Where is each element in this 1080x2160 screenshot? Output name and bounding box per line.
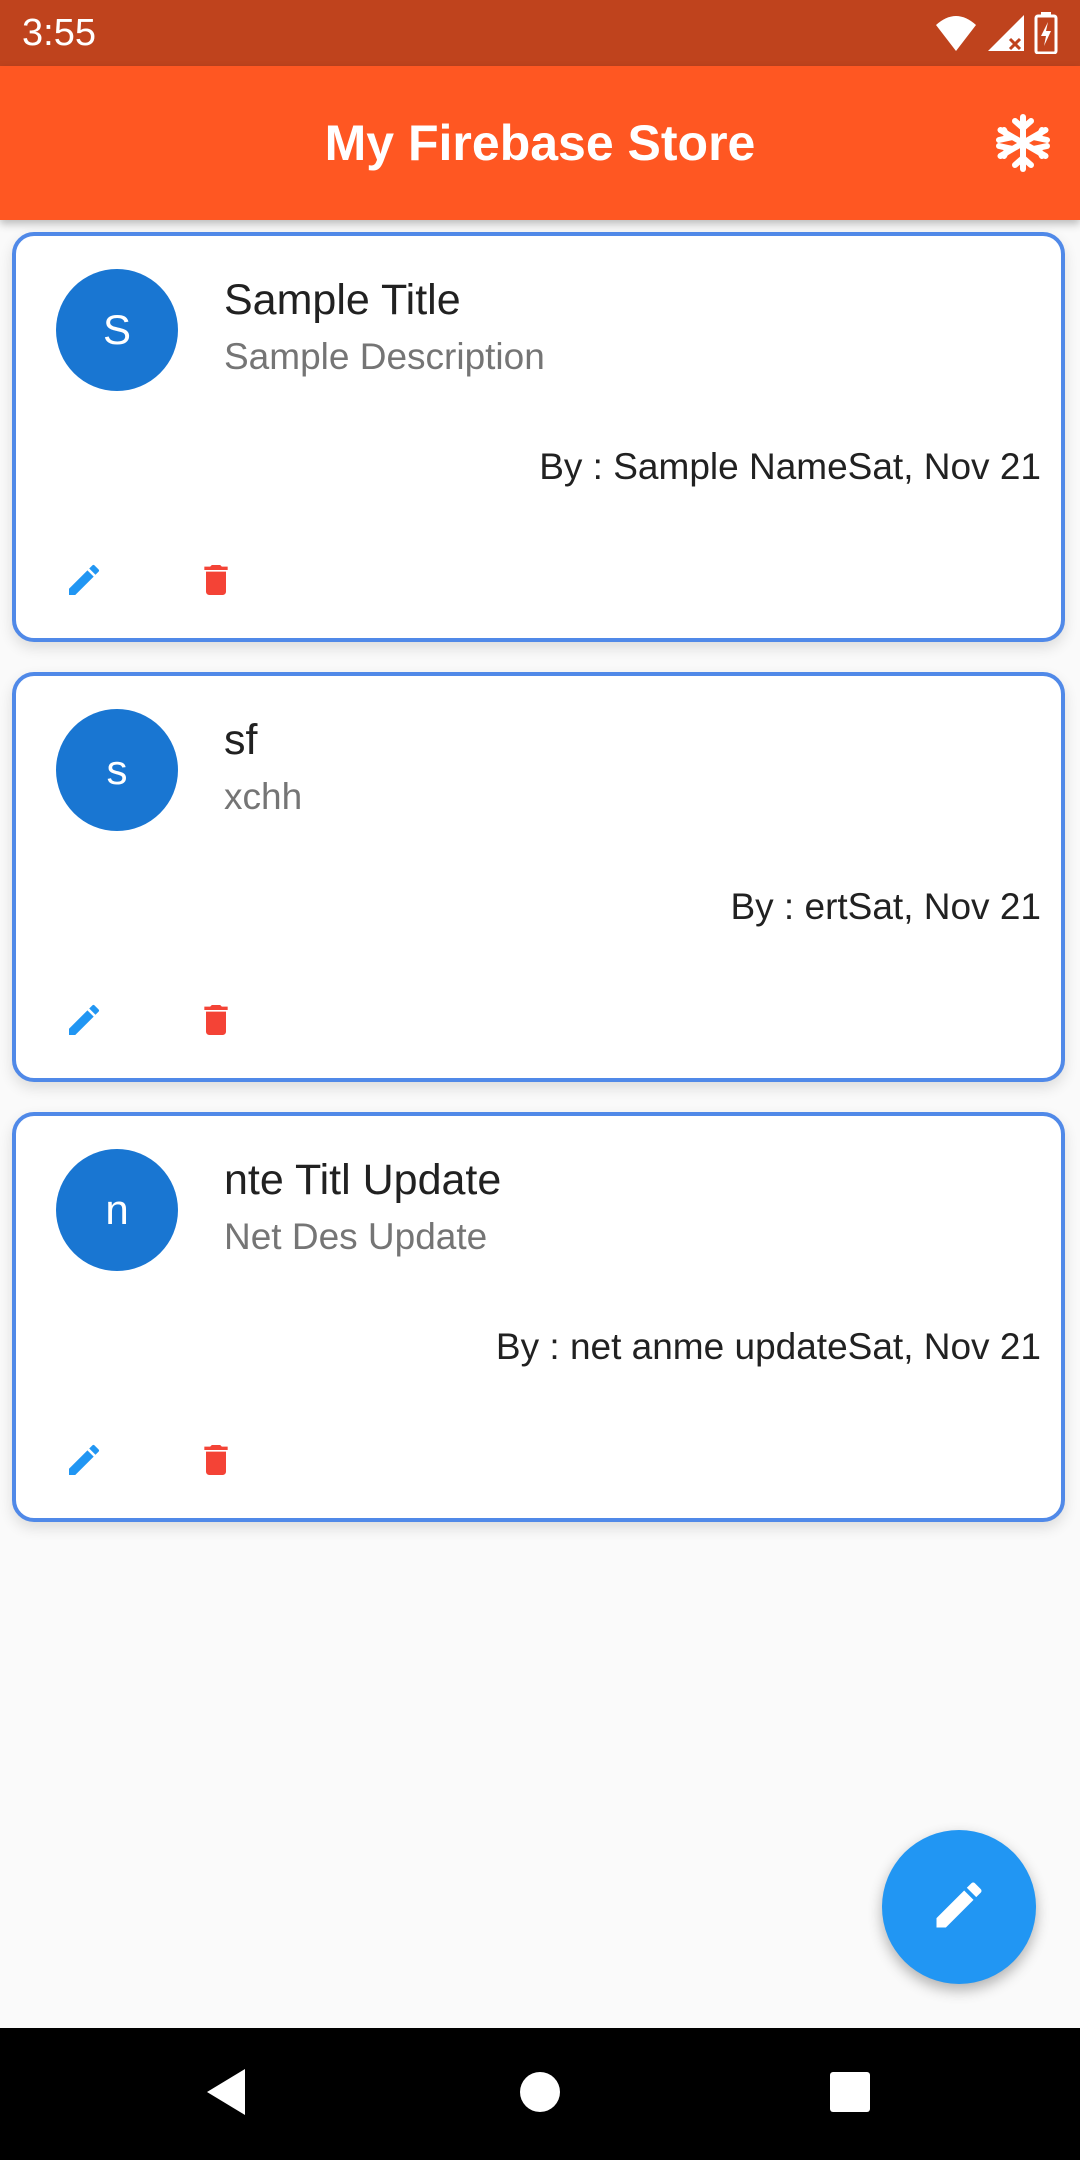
trash-icon [196,1440,236,1485]
pencil-icon [64,1000,104,1045]
app-bar: My Firebase Store [0,66,1080,220]
add-note-fab[interactable] [882,1830,1036,1984]
pencil-icon [64,1440,104,1485]
note-description: Net Des Update [224,1216,488,1257]
delete-button[interactable] [188,994,244,1050]
battery-charging-icon [1034,12,1058,59]
pencil-icon [64,560,104,605]
note-title: Sample Title [224,276,461,324]
snowflake-button[interactable] [988,110,1058,180]
status-bar: 3:55 [0,0,1080,66]
note-title: nte Titl Update [224,1156,502,1204]
delete-button[interactable] [188,554,244,610]
note-author-date: By : net anme updateSat, Nov 21 [495,1326,1041,1367]
pencil-icon [929,1875,989,1940]
home-button[interactable] [500,2054,580,2134]
trash-icon [196,1000,236,1045]
snowflake-icon [993,113,1053,178]
note-author-date: By : Sample NameSat, Nov 21 [539,446,1041,487]
cellular-signal-icon [986,13,1026,58]
app-title: My Firebase Store [324,115,756,171]
edit-button[interactable] [56,554,112,610]
edit-button[interactable] [56,994,112,1050]
note-title: sf [224,716,258,764]
note-card[interactable]: S Sample Title Sample Description By : S… [12,232,1065,642]
note-card[interactable]: s sf xchh By : ertSat, Nov 21 [12,672,1065,1082]
navigation-bar [0,2028,1080,2160]
delete-button[interactable] [188,1434,244,1490]
status-icons [934,12,1058,59]
trash-icon [196,560,236,605]
recents-icon [828,2070,872,2119]
recents-button[interactable] [810,2054,890,2134]
edit-button[interactable] [56,1434,112,1490]
note-description: Sample Description [224,336,545,377]
note-description: xchh [224,776,303,817]
avatar: s [56,709,178,831]
note-author-date: By : ertSat, Nov 21 [730,886,1041,927]
avatar: S [56,269,178,391]
note-card[interactable]: n nte Titl Update Net Des Update By : ne… [12,1112,1065,1522]
back-icon [203,2067,249,2122]
home-icon [518,2070,562,2119]
wifi-icon [934,13,978,58]
avatar: n [56,1149,178,1271]
back-button[interactable] [186,2054,266,2134]
status-time: 3:55 [22,12,96,54]
